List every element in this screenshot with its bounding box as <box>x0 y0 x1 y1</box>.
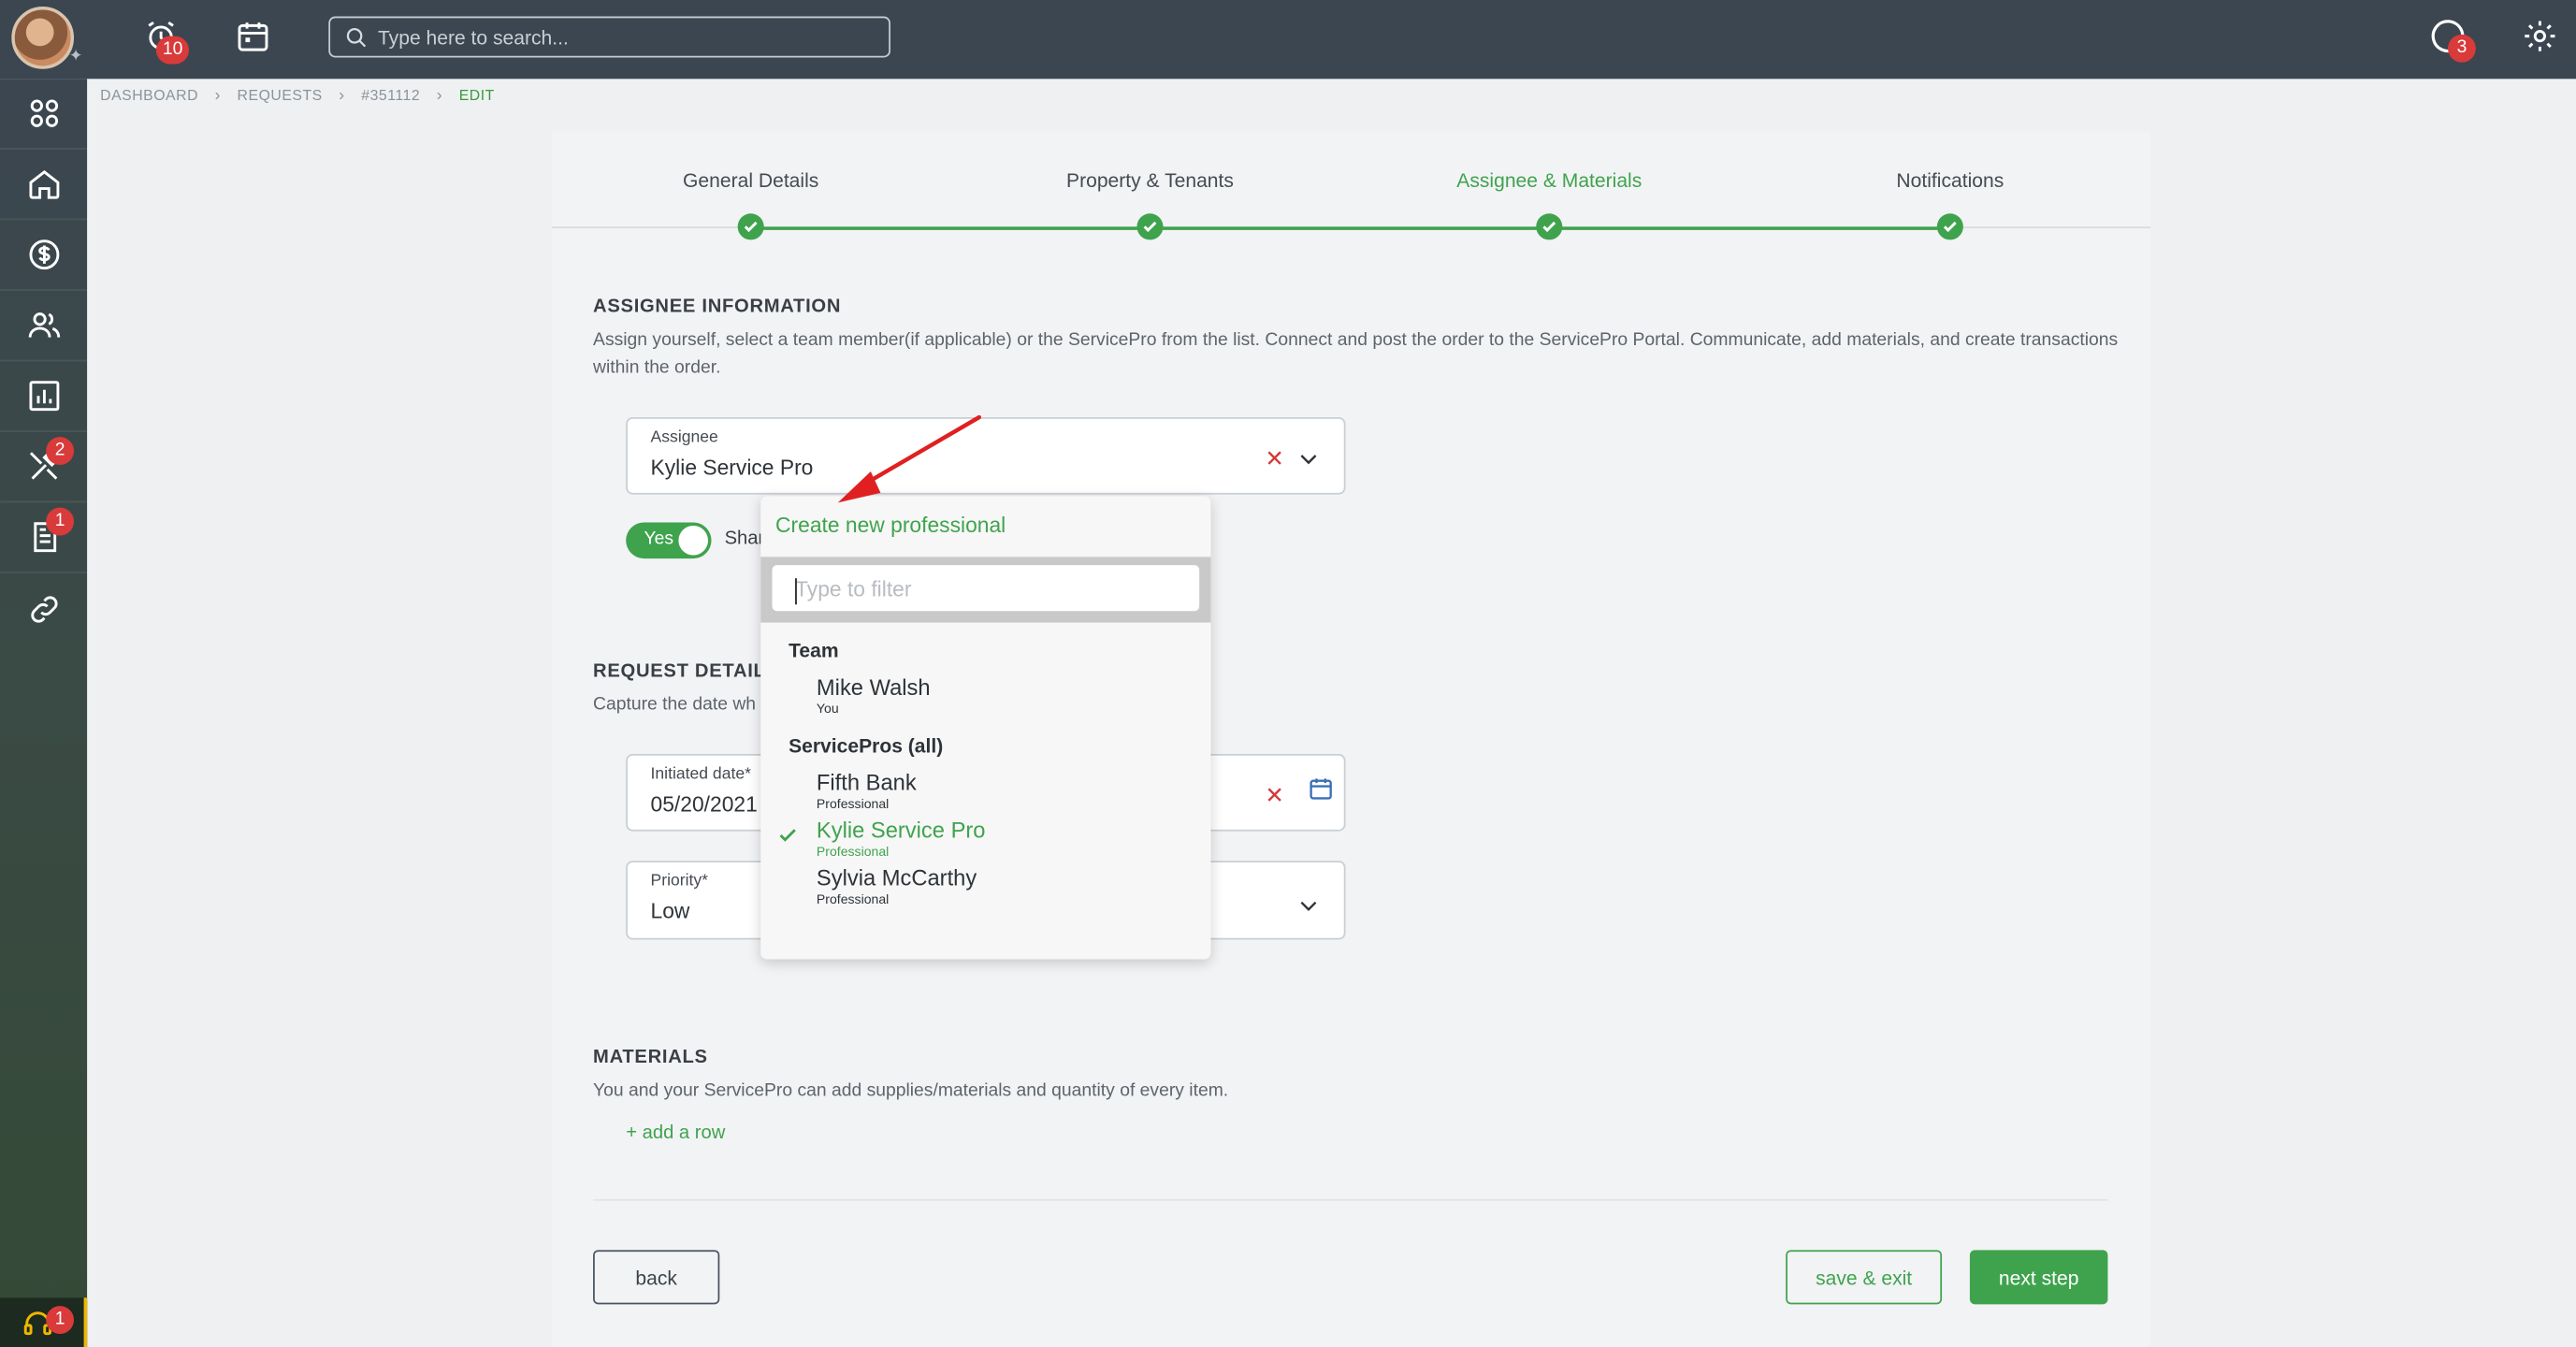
assignee-section-title: ASSIGNEE INFORMATION <box>593 297 842 317</box>
sidebar-item-payments[interactable] <box>0 220 88 291</box>
option-subtitle: Professional <box>816 891 890 907</box>
clear-icon[interactable]: ✕ <box>1265 782 1284 810</box>
option-fifth-bank[interactable]: Fifth Bank Professional <box>817 771 1194 812</box>
group-servicepros-header: ServicePros (all) <box>789 733 944 758</box>
breadcrumb-edit: EDIT <box>458 87 495 104</box>
tools-badge: 2 <box>46 437 75 465</box>
back-button[interactable]: back <box>593 1250 720 1305</box>
step-check-icon <box>1136 213 1164 240</box>
chat-icon[interactable]: 3 <box>2428 17 2476 63</box>
next-step-button[interactable]: next step <box>1969 1250 2108 1305</box>
priority-value: Low <box>650 898 690 923</box>
alarm-icon[interactable]: 10 <box>141 17 190 65</box>
assignee-label: Assignee <box>650 428 718 447</box>
assignee-dropdown: Create new professional Team Mike Walsh … <box>760 496 1211 960</box>
step-general-details[interactable]: General Details <box>586 169 915 193</box>
chevron-right-icon: › <box>339 86 345 105</box>
support-button[interactable]: 1 <box>0 1297 88 1347</box>
option-name: Fifth Bank <box>816 770 917 795</box>
home-icon <box>28 169 59 199</box>
text-cursor <box>795 578 797 605</box>
option-kylie-service-pro[interactable]: Kylie Service Pro Professional <box>817 818 1194 860</box>
option-sylvia-mccarthy[interactable]: Sylvia McCarthy Professional <box>817 865 1194 906</box>
sidebar-item-people[interactable] <box>0 291 88 362</box>
step-assignee-materials[interactable]: Assignee & Materials <box>1385 169 1714 193</box>
step-check-icon <box>1536 213 1563 240</box>
step-check-icon <box>737 213 764 240</box>
check-icon <box>777 825 799 855</box>
stepper-progress <box>750 226 1950 230</box>
sidebar-item-home[interactable] <box>0 150 88 221</box>
people-icon <box>27 312 60 338</box>
option-subtitle: Professional <box>816 796 890 812</box>
calendar-icon[interactable] <box>1308 775 1334 810</box>
toggle-knob <box>678 525 709 556</box>
option-mike-walsh[interactable]: Mike Walsh You <box>817 675 1194 717</box>
chevron-down-icon[interactable] <box>1298 448 1320 478</box>
group-team-header: Team <box>789 639 839 662</box>
clear-icon[interactable]: ✕ <box>1265 445 1284 473</box>
alarm-badge: 10 <box>155 36 190 65</box>
breadcrumb-requests[interactable]: REQUESTS <box>238 87 323 104</box>
add-row-link[interactable]: + add a row <box>626 1123 725 1143</box>
option-name: Kylie Service Pro <box>816 818 986 843</box>
chat-badge: 3 <box>2448 34 2476 63</box>
option-name: Mike Walsh <box>816 674 931 701</box>
step-notifications[interactable]: Notifications <box>1786 169 2114 193</box>
calendar-icon[interactable] <box>233 17 272 56</box>
search-input[interactable] <box>377 25 855 49</box>
option-subtitle: Professional <box>816 844 890 860</box>
materials-section-description: You and your ServicePro can add supplies… <box>593 1080 1229 1101</box>
materials-section-title: MATERIALS <box>593 1048 708 1068</box>
chart-icon <box>28 381 59 412</box>
toggle-text: Yes <box>644 529 674 549</box>
priority-label: Priority* <box>650 872 709 891</box>
chevron-right-icon: › <box>214 86 221 105</box>
share-toggle[interactable]: Yes <box>626 522 712 559</box>
save-exit-button[interactable]: save & exit <box>1786 1250 1943 1305</box>
request-section-title: REQUEST DETAIL <box>593 661 766 682</box>
sidebar-item-apps[interactable] <box>0 79 88 150</box>
top-bar: ✦ 10 3 <box>0 0 2576 80</box>
option-subtitle: You <box>816 701 839 717</box>
breadcrumb-request-id[interactable]: #351112 <box>361 87 420 104</box>
initiated-date-value: 05/20/2021 <box>650 791 758 817</box>
request-section-description: Capture the date wh <box>593 694 757 715</box>
apps-grid-icon <box>29 99 58 127</box>
filter-bar <box>760 557 1211 623</box>
settings-gear-icon[interactable] <box>2520 17 2559 56</box>
option-name: Sylvia McCarthy <box>816 865 977 891</box>
create-new-professional-link[interactable]: Create new professional <box>775 513 1006 537</box>
sidebar-item-links[interactable] <box>0 573 87 645</box>
search-icon <box>345 25 369 49</box>
breadcrumb-dashboard[interactable]: DASHBOARD <box>100 87 198 104</box>
initiated-date-label: Initiated date* <box>650 765 751 784</box>
link-icon <box>30 595 57 622</box>
annotation-arrow-icon <box>837 414 982 503</box>
assignee-value: Kylie Service Pro <box>650 455 814 480</box>
step-property-tenants[interactable]: Property & Tenants <box>986 169 1314 193</box>
sidebar-item-maintenance[interactable]: 2 <box>0 432 88 503</box>
sidebar-item-reports[interactable] <box>0 361 88 432</box>
sidebar: 2 1 <box>0 79 88 1347</box>
sidebar-item-documents[interactable]: 1 <box>0 502 88 573</box>
pin-icon: ✦ <box>68 47 83 66</box>
support-badge: 1 <box>46 1306 75 1334</box>
search-box[interactable] <box>328 16 890 58</box>
step-check-icon <box>1936 213 1963 240</box>
user-avatar[interactable] <box>11 7 75 69</box>
documents-badge: 1 <box>46 507 75 536</box>
chevron-down-icon[interactable] <box>1298 895 1320 925</box>
dollar-icon <box>28 239 59 270</box>
section-divider <box>593 1198 2108 1201</box>
assignee-section-description: Assign yourself, select a team member(if… <box>593 329 2119 378</box>
breadcrumb: DASHBOARD › REQUESTS › #351112 › EDIT <box>100 85 495 105</box>
filter-input[interactable] <box>772 565 1200 612</box>
share-toggle-label: Shar <box>724 529 765 549</box>
chevron-right-icon: › <box>436 86 443 105</box>
